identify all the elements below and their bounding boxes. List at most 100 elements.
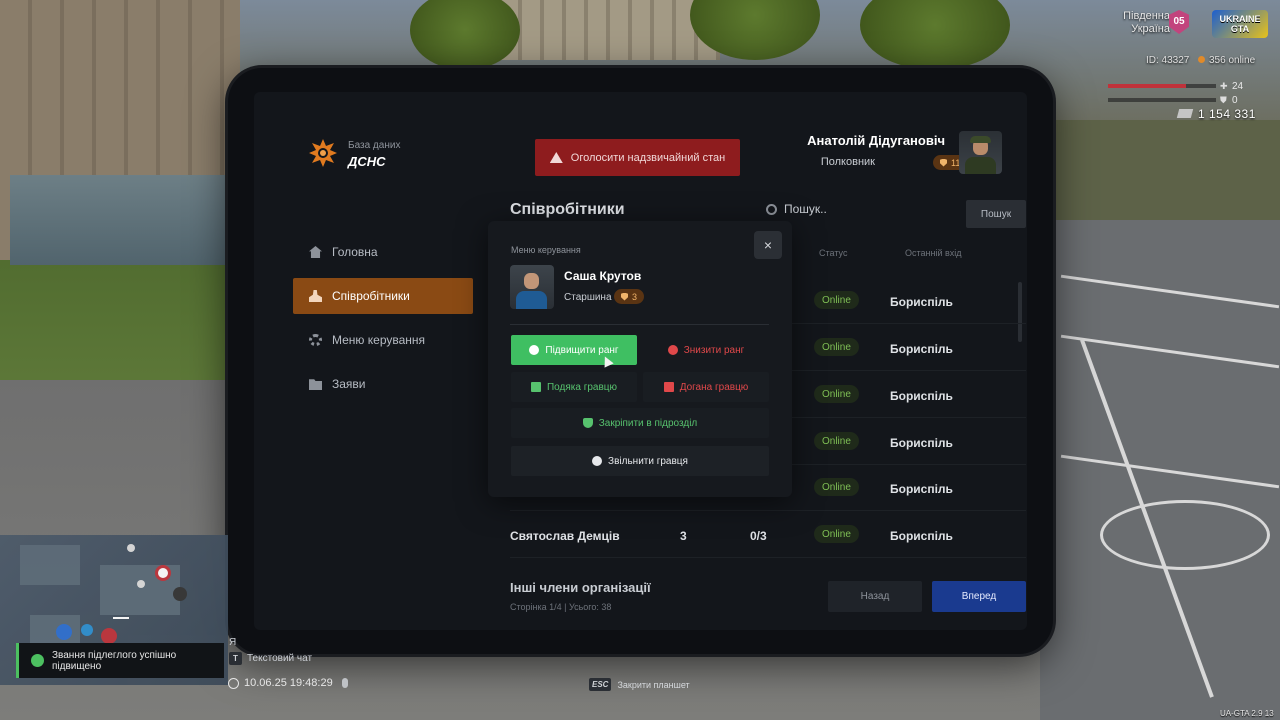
- divider: [510, 324, 769, 325]
- reprimand-button[interactable]: Догана гравцю: [643, 372, 769, 402]
- court-line: [1060, 454, 1280, 489]
- player-position-icon: [113, 605, 129, 619]
- next-page-button[interactable]: Вперед: [932, 581, 1026, 612]
- game-version: UA-GTA 2.9 13: [1220, 709, 1274, 718]
- sidebar-item-label: Співробітники: [332, 289, 410, 303]
- sidebar-item-employees[interactable]: Співробітники: [293, 278, 473, 314]
- reprimand-label: Догана гравцю: [679, 381, 749, 393]
- close-tablet-hint[interactable]: ESC Закрити планшет: [589, 678, 690, 691]
- rank-shield-icon: [940, 158, 947, 167]
- map-marker: [137, 580, 145, 588]
- court-line: [1060, 274, 1280, 309]
- thumbs-up-icon: [530, 382, 541, 392]
- esc-key: ESC: [589, 678, 612, 691]
- clock-icon: [228, 677, 239, 689]
- control-menu-modal: Меню керування × Саша Крутов Старшина 3 …: [488, 221, 792, 497]
- brand-title: ДСНС: [348, 154, 386, 169]
- status-badge: Online: [814, 478, 859, 496]
- avatar-body: [965, 157, 996, 174]
- member-rank-badge: 3: [614, 289, 645, 304]
- court-circle: [1100, 500, 1270, 570]
- emergency-service-emblem-icon: [309, 139, 337, 167]
- online-dot-icon: [1198, 56, 1205, 63]
- sidebar-item-home[interactable]: Головна: [293, 234, 473, 270]
- column-header-last-login: Останній вхід: [905, 248, 962, 258]
- region-line-2: Україна: [1131, 23, 1170, 35]
- hospital-map-icon: [155, 565, 171, 581]
- datetime-value: 10.06.25 19:48:29: [244, 677, 333, 689]
- avatar-head: [524, 273, 539, 289]
- brand-subtitle: База даних: [348, 140, 401, 151]
- sidebar-item-label: Головна: [332, 245, 378, 259]
- online-count: 356 online: [1198, 55, 1255, 66]
- employee-location: Бориспіль: [890, 342, 953, 356]
- online-label: 356 online: [1209, 55, 1256, 66]
- promote-button[interactable]: Підвищити ранг: [511, 335, 637, 365]
- microphone-icon: [341, 678, 348, 688]
- health-value: 24: [1232, 81, 1244, 92]
- search-button[interactable]: Пошук: [966, 200, 1026, 228]
- declare-emergency-label: Оголосити надзвичайний стан: [570, 151, 726, 164]
- assign-unit-label: Закріпити в підрозділ: [598, 417, 698, 429]
- sidebar-item-control-menu[interactable]: Меню керування: [293, 322, 473, 358]
- status-badge: Online: [814, 385, 859, 403]
- sidebar-item-label: Меню керування: [332, 333, 426, 347]
- datetime: 10.06.25 19:48:29: [228, 677, 348, 689]
- avatar-cap: [970, 136, 991, 143]
- close-button[interactable]: ×: [754, 231, 782, 259]
- home-icon: [309, 246, 322, 258]
- chat-hint: Я: [229, 637, 236, 648]
- users-icon: [309, 290, 322, 302]
- map-marker: [81, 624, 93, 636]
- assign-unit-button[interactable]: Закріпити в підрозділ: [511, 408, 769, 438]
- employee-name: Святослав Демців: [510, 529, 620, 543]
- pagination-info: Сторінка 1/4 | Усього: 38: [510, 602, 612, 612]
- player-id: ID: 43327: [1146, 55, 1190, 66]
- modal-title: Меню керування: [511, 245, 581, 255]
- demote-button[interactable]: Знизити ранг: [643, 335, 769, 365]
- user-remove-icon: [592, 456, 603, 466]
- table-row[interactable]: Святослав Демців 3 0/3 Online Бориспіль: [510, 512, 1026, 558]
- employee-location: Бориспіль: [890, 295, 953, 309]
- court-line: [1060, 334, 1280, 369]
- search-placeholder: Пошук..: [784, 202, 827, 216]
- notification-toast: Звання підлеглого успішно підвищено: [16, 643, 224, 678]
- employee-location: Бориспіль: [890, 436, 953, 450]
- demote-label: Знизити ранг: [683, 344, 745, 356]
- status-badge: Online: [814, 291, 859, 309]
- status-badge: Online: [814, 338, 859, 356]
- map-marker: [127, 544, 135, 552]
- search-input[interactable]: Пошук..: [766, 202, 827, 216]
- employee-location: Бориспіль: [890, 529, 953, 543]
- health-bar-fill: [1108, 84, 1186, 88]
- employee-warnings: 0/3: [750, 529, 767, 543]
- sidebar-item-applications[interactable]: Заяви: [293, 366, 473, 402]
- declare-emergency-button[interactable]: Оголосити надзвичайний стан: [535, 139, 740, 176]
- status-badge: Online: [814, 525, 859, 543]
- status-badge: Online: [814, 432, 859, 450]
- logo-line-1: UKRAINE: [1219, 14, 1261, 24]
- text-chat-hint[interactable]: T Текстовий чат: [229, 652, 312, 665]
- sidebar-item-label: Заяви: [332, 377, 366, 391]
- member-name: Саша Крутов: [564, 269, 642, 283]
- section-title: Інші члени організації: [510, 580, 651, 595]
- chat-key: T: [229, 652, 242, 665]
- armor-bar: [1108, 98, 1216, 102]
- prev-page-button[interactable]: Назад: [828, 581, 922, 612]
- user-avatar[interactable]: [959, 131, 1002, 174]
- airport-map-icon: [56, 624, 72, 640]
- fire-player-button[interactable]: Звільнити гравця: [511, 446, 769, 476]
- background-building: [500, 0, 720, 60]
- avatar-body: [516, 291, 547, 309]
- gear-icon: [309, 334, 322, 346]
- armor-icon: ⛊: [1220, 95, 1227, 105]
- thank-button[interactable]: Подяка гравцю: [511, 372, 637, 402]
- region-line-1: Південна: [1123, 10, 1170, 22]
- page-title: Співробітники: [510, 201, 625, 218]
- notification-text: Звання підлеглого успішно підвищено: [52, 649, 177, 672]
- money-icon: [1176, 109, 1194, 118]
- health-stat: ✚ 24: [1108, 81, 1258, 92]
- folder-icon: [309, 379, 322, 390]
- region-name: Південна Україна: [1123, 10, 1170, 36]
- health-icon: ✚: [1220, 81, 1228, 91]
